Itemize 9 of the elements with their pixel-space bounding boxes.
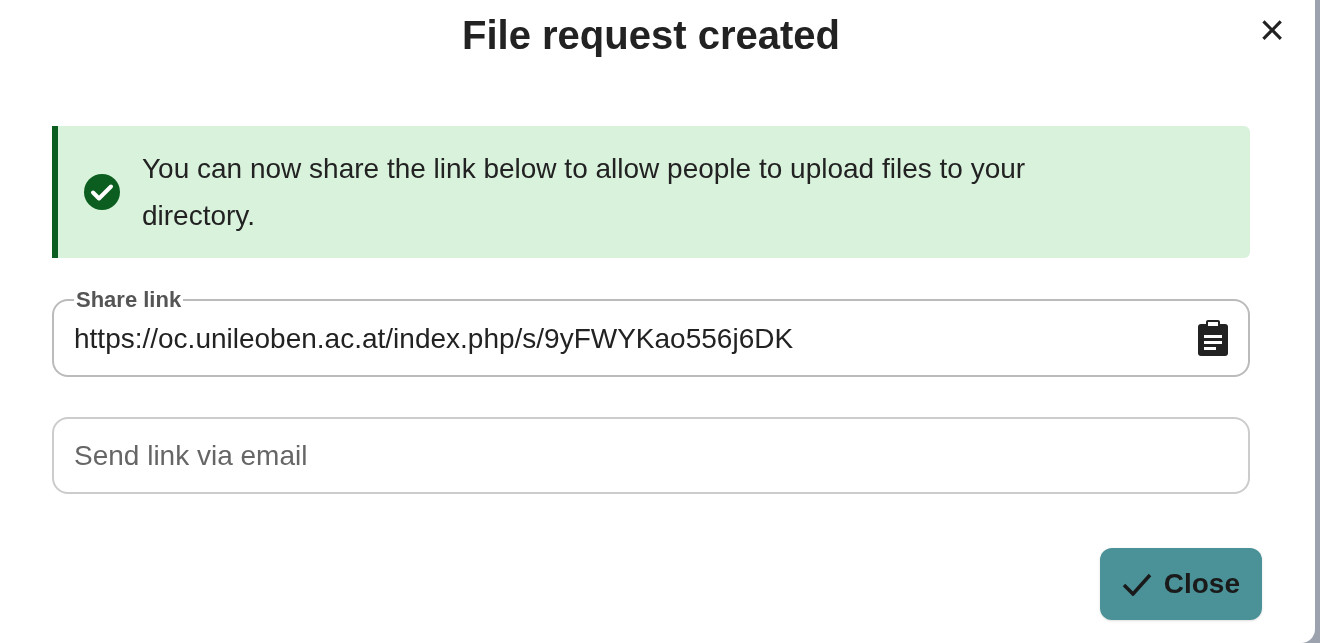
dialog-title: File request created: [462, 12, 840, 59]
checkmark-icon: [1121, 572, 1152, 596]
check-circle-icon: [84, 174, 120, 210]
field-label: Share link: [75, 286, 183, 314]
share-link-input[interactable]: https://oc.unileoben.ac.at/index.php/s/9yFWYKao556j6DK: [74, 318, 1198, 360]
email-field[interactable]: Send link via email: [52, 417, 1250, 494]
close-button[interactable]: Close: [1099, 548, 1262, 620]
alert-message: You can now share the link below to allow people to upload files to your directory.: [142, 152, 1027, 233]
clipboard-icon[interactable]: [1198, 320, 1228, 356]
